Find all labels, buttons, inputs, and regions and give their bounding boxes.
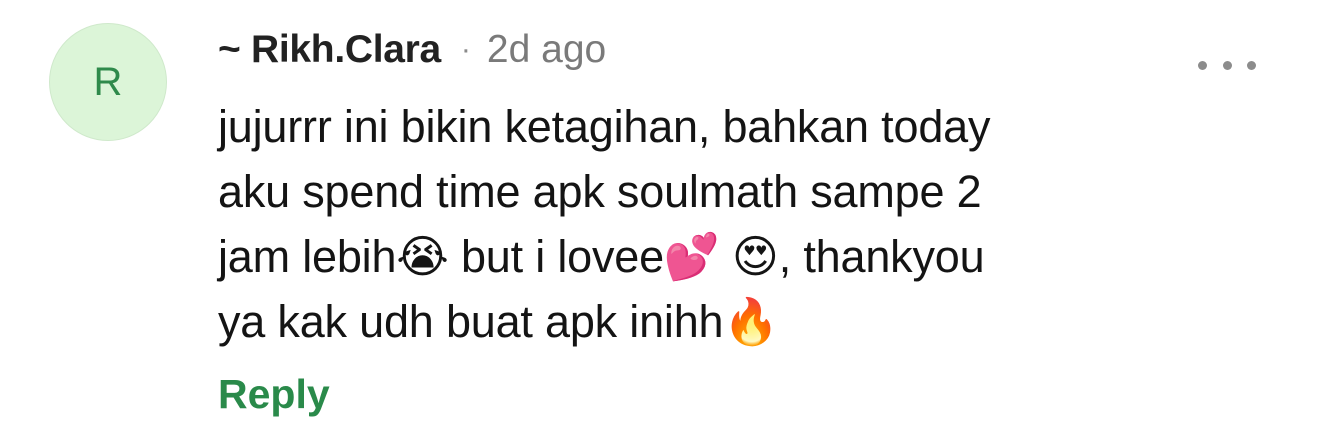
more-horizontal-icon [1222,60,1232,70]
more-horizontal-icon [1198,60,1207,70]
comment-header: ~ Rikh.Clara · 2d ago [218,26,606,74]
reply-button[interactable]: Reply [218,368,330,420]
comment-text: jujurrr ini bikin ketagihan, bahkan toda… [218,101,991,347]
more-horizontal-icon [1247,60,1256,70]
timestamp: 2d ago [486,28,607,71]
avatar[interactable]: R [49,23,167,141]
author-name[interactable]: ~ Rikh.Clara [218,28,441,72]
separator-dot: · [460,33,471,66]
avatar-initial: R [93,60,123,104]
more-options-button[interactable] [1198,52,1256,78]
comment: R ~ Rikh.Clara · 2d ago jujurrr ini biki… [0,0,1320,439]
